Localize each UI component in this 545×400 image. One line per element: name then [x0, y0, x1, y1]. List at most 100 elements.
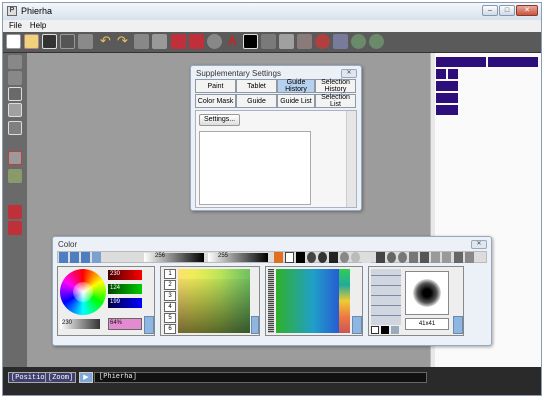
guide-history-panel: Settings... — [195, 110, 357, 208]
color-swatch-icon[interactable] — [243, 34, 258, 49]
navigator-block[interactable] — [436, 69, 446, 79]
black-square-icon[interactable] — [381, 326, 389, 334]
target-icon[interactable] — [398, 252, 407, 263]
check-icon[interactable] — [465, 252, 474, 263]
navigator-block[interactable] — [436, 81, 458, 91]
check-icon[interactable] — [333, 34, 348, 49]
pen-icon[interactable] — [454, 252, 463, 263]
brush-shape-grid[interactable] — [371, 269, 401, 325]
mode-icon[interactable] — [70, 252, 79, 263]
open-folder-icon[interactable] — [24, 34, 39, 49]
tab-selection-list[interactable]: Selection List — [315, 94, 356, 108]
crop-icon[interactable] — [134, 34, 149, 49]
expand-arrow-icon[interactable] — [251, 316, 259, 334]
play-icon[interactable]: ▶ — [79, 372, 93, 383]
guide-history-list[interactable] — [199, 131, 311, 205]
tab-paint[interactable]: Paint — [195, 79, 236, 93]
undo-icon[interactable]: ↶ — [98, 34, 113, 49]
blue-value: 199 — [110, 299, 121, 305]
navigator-block[interactable] — [448, 69, 458, 79]
save-icon[interactable] — [60, 34, 75, 49]
settings-button[interactable]: Settings... — [199, 114, 241, 126]
expand-arrow-icon[interactable] — [144, 316, 154, 334]
close-icon[interactable]: ✕ — [471, 240, 487, 249]
dot-icon[interactable] — [307, 252, 316, 263]
new-file-icon[interactable] — [6, 34, 21, 49]
mode-icon[interactable] — [59, 252, 68, 263]
brush-size-slider[interactable] — [144, 253, 204, 262]
rotate-icon[interactable] — [340, 252, 349, 263]
pen-icon[interactable] — [171, 34, 186, 49]
palette-tab-2[interactable]: 2 — [164, 280, 176, 290]
layer-icon[interactable] — [261, 34, 276, 49]
smudge-tool-icon[interactable] — [8, 221, 22, 235]
tab-tablet[interactable]: Tablet — [236, 79, 277, 93]
tab-guide-list[interactable]: Guide List — [277, 94, 315, 108]
close-icon[interactable]: ✕ — [341, 69, 357, 78]
expand-arrow-icon[interactable] — [453, 316, 463, 334]
fill-tool-icon[interactable] — [8, 103, 22, 117]
shape-icon[interactable] — [409, 252, 418, 263]
color-wheel-icon[interactable] — [315, 34, 330, 49]
expand-arrow-icon[interactable] — [352, 316, 362, 334]
magnifier-icon[interactable] — [207, 34, 222, 49]
palette-tab-3[interactable]: 3 — [164, 291, 176, 301]
gradient-strip[interactable] — [339, 269, 350, 333]
tool-icon[interactable] — [297, 34, 312, 49]
zoom-in-icon[interactable] — [351, 34, 366, 49]
paste-icon[interactable] — [442, 252, 451, 263]
zoom-out-icon[interactable] — [369, 34, 384, 49]
copy-icon[interactable] — [431, 252, 440, 263]
tab-color-mask[interactable]: Color Mask — [195, 94, 236, 108]
filter-icon[interactable] — [279, 34, 294, 49]
mode-icon[interactable] — [81, 252, 90, 263]
brush-icon[interactable] — [189, 34, 204, 49]
mode-icon[interactable] — [92, 252, 101, 263]
zoom-readout[interactable]: [Zoom] — [45, 372, 77, 383]
dot-icon[interactable] — [318, 252, 327, 263]
maximize-button[interactable]: □ — [499, 5, 515, 16]
pencil-icon[interactable] — [285, 252, 294, 263]
vertical-scrollbar[interactable] — [346, 111, 356, 207]
navigator-block[interactable] — [436, 105, 458, 115]
minimize-button[interactable]: – — [482, 5, 498, 16]
camera-icon[interactable] — [42, 34, 57, 49]
gradient-tool-icon[interactable] — [8, 121, 22, 135]
palette-swatch-grid[interactable] — [178, 269, 250, 333]
diamond-icon[interactable] — [376, 252, 385, 263]
close-button[interactable]: ✕ — [516, 5, 538, 16]
drop-icon[interactable] — [329, 252, 338, 263]
menu-file[interactable]: File — [9, 20, 22, 32]
circle-icon[interactable] — [351, 252, 360, 263]
navigator-block[interactable] — [488, 57, 538, 67]
palette-tab-5[interactable]: 5 — [164, 313, 176, 323]
triangle-icon[interactable] — [274, 252, 283, 263]
eraser-tool-icon[interactable] — [8, 205, 22, 219]
tab-guide-history[interactable]: Guide History — [277, 79, 315, 93]
square-icon[interactable] — [362, 252, 371, 263]
canvas-icon[interactable] — [152, 34, 167, 49]
dot-icon[interactable] — [387, 252, 396, 263]
eyedropper-tool-icon[interactable] — [8, 71, 22, 85]
opacity-slider[interactable] — [208, 253, 268, 262]
transform-tool-icon[interactable] — [8, 169, 22, 183]
tab-selection-history[interactable]: Selection History — [315, 79, 356, 93]
white-square-icon[interactable] — [371, 326, 379, 334]
black-color-icon[interactable] — [296, 252, 305, 263]
print-icon[interactable] — [78, 34, 93, 49]
pencil-tool-icon[interactable] — [8, 55, 22, 69]
navigator-block[interactable] — [436, 57, 486, 67]
pattern-icon[interactable] — [391, 326, 399, 334]
text-tool-icon[interactable]: A — [225, 34, 240, 49]
color-wheel-panel: 230 124 199 230 64% — [57, 266, 155, 336]
move-tool-icon[interactable] — [8, 151, 22, 165]
menu-help[interactable]: Help — [30, 20, 46, 32]
palette-tab-6[interactable]: 6 — [164, 324, 176, 334]
rect-select-tool-icon[interactable] — [8, 87, 22, 101]
tab-guide[interactable]: Guide — [236, 94, 277, 108]
redo-icon[interactable]: ↷ — [115, 34, 130, 49]
palette-tab-1[interactable]: 1 — [164, 269, 176, 279]
palette-tab-4[interactable]: 4 — [164, 302, 176, 312]
pin-icon[interactable] — [420, 252, 429, 263]
navigator-block[interactable] — [436, 93, 458, 103]
